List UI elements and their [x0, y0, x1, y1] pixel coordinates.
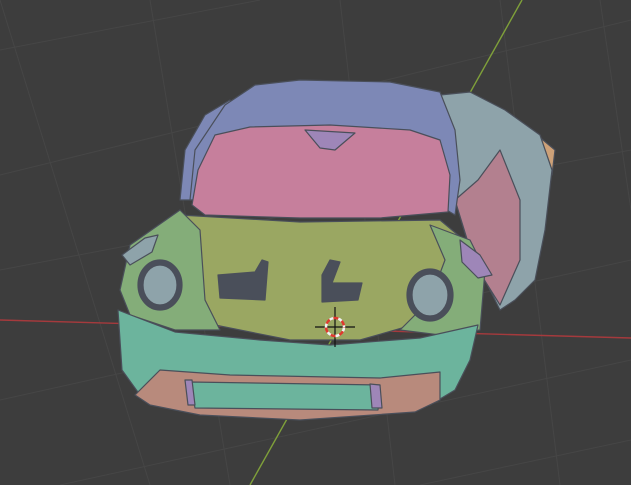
- grid-line: [0, 0, 261, 51]
- lower-grille: [189, 381, 381, 411]
- grid-line: [599, 0, 631, 211]
- right-headlight-bezel: [411, 273, 449, 317]
- 3d-viewport[interactable]: [0, 0, 631, 485]
- viewport-canvas[interactable]: [0, 0, 631, 485]
- grid-line: [419, 439, 631, 485]
- grid-line: [0, 0, 151, 485]
- car-mesh[interactable]: [117, 79, 556, 421]
- left-headlight-bezel: [142, 264, 178, 306]
- right-intake-trim: [369, 383, 383, 409]
